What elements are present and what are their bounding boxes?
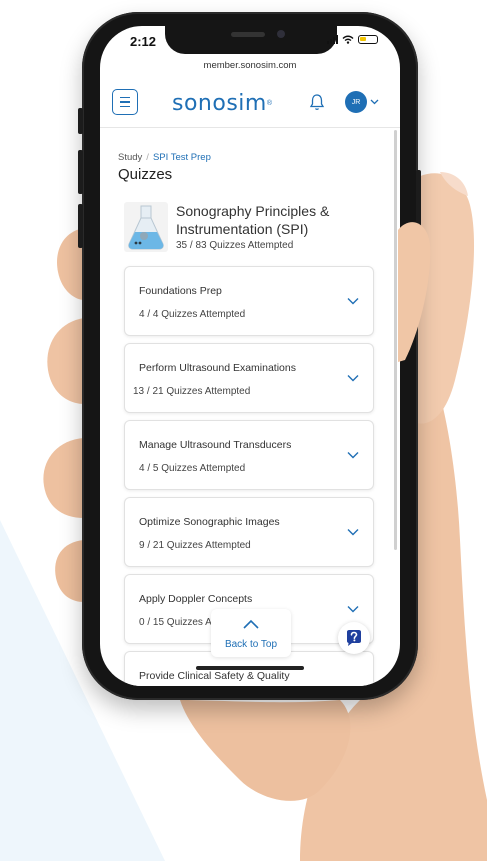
front-camera — [277, 30, 285, 38]
registered-mark: ® — [266, 100, 273, 107]
section-progress: 4 / 4 Quizzes Attempted — [139, 309, 246, 320]
course-name-line1: Sonography Principles & — [176, 203, 330, 219]
chevron-down-icon[interactable] — [347, 374, 359, 382]
sonosim-logo[interactable]: sonosim ® — [172, 90, 272, 116]
page-title: Quizzes — [118, 166, 173, 183]
course-name: Sonography Principles & Instrumentation … — [176, 202, 376, 238]
section-progress: 4 / 5 Quizzes Attempted — [139, 463, 246, 474]
section-title: Optimize Sonographic Images — [139, 516, 280, 528]
app-header: sonosim ® JR — [100, 78, 400, 128]
home-indicator[interactable] — [196, 666, 304, 670]
hamburger-icon — [120, 97, 130, 99]
battery-icon — [358, 35, 378, 44]
help-chat-button[interactable] — [338, 622, 370, 654]
menu-button[interactable] — [112, 89, 138, 115]
help-question-icon — [347, 630, 361, 646]
course-name-line2: Instrumentation (SPI) — [176, 221, 309, 237]
section-title: Provide Clinical Safety & Quality — [139, 670, 290, 682]
logo-text: sonosim — [172, 90, 267, 116]
section-card[interactable]: Foundations Prep 4 / 4 Quizzes Attempted — [124, 266, 374, 336]
breadcrumb-separator: / — [146, 152, 149, 163]
course-header: Sonography Principles & Instrumentation … — [124, 202, 384, 262]
wifi-icon — [342, 35, 354, 44]
chevron-down-icon[interactable] — [347, 605, 359, 613]
back-to-top-button[interactable]: Back to Top — [211, 609, 291, 657]
section-card[interactable]: Optimize Sonographic Images 9 / 21 Quizz… — [124, 497, 374, 567]
chevron-up-icon — [243, 619, 259, 629]
section-progress: 13 / 21 Quizzes Attempted — [133, 386, 251, 397]
section-title: Perform Ultrasound Examinations — [139, 362, 296, 374]
phone-notch — [165, 26, 337, 54]
back-to-top-label: Back to Top — [224, 639, 278, 650]
breadcrumb: Study / SPI Test Prep — [118, 152, 211, 163]
phone-volume-down-button — [78, 204, 83, 248]
cellular-signal-icon — [327, 35, 338, 44]
section-title: Apply Doppler Concepts — [139, 593, 253, 605]
browser-url[interactable]: member.sonosim.com — [100, 60, 400, 71]
section-title: Foundations Prep — [139, 285, 222, 297]
phone-screen: 2:12 member.sonosim.com sonosim ® JR Stu… — [100, 26, 400, 686]
page-scrollbar[interactable] — [394, 130, 397, 550]
section-card[interactable]: Manage Ultrasound Transducers 4 / 5 Quiz… — [124, 420, 374, 490]
chevron-down-icon[interactable] — [347, 297, 359, 305]
speaker-grille — [231, 32, 265, 37]
bell-icon[interactable] — [309, 93, 325, 111]
section-title: Manage Ultrasound Transducers — [139, 439, 292, 451]
section-card[interactable]: Perform Ultrasound Examinations 13 / 21 … — [124, 343, 374, 413]
status-time: 2:12 — [130, 34, 157, 49]
chevron-down-icon[interactable] — [370, 97, 379, 106]
phone-volume-up-button — [78, 150, 83, 194]
phone-side-button — [78, 108, 83, 134]
chevron-down-icon[interactable] — [347, 451, 359, 459]
course-progress: 35 / 83 Quizzes Attempted — [176, 240, 294, 251]
chevron-down-icon[interactable] — [347, 528, 359, 536]
breadcrumb-study[interactable]: Study — [118, 152, 142, 163]
phone-power-button — [416, 170, 421, 240]
flask-icon — [124, 202, 168, 252]
status-icons — [327, 35, 378, 44]
section-progress: 9 / 21 Quizzes Attempted — [139, 540, 251, 551]
user-avatar[interactable]: JR — [345, 91, 367, 113]
breadcrumb-spi-test-prep[interactable]: SPI Test Prep — [153, 152, 211, 163]
